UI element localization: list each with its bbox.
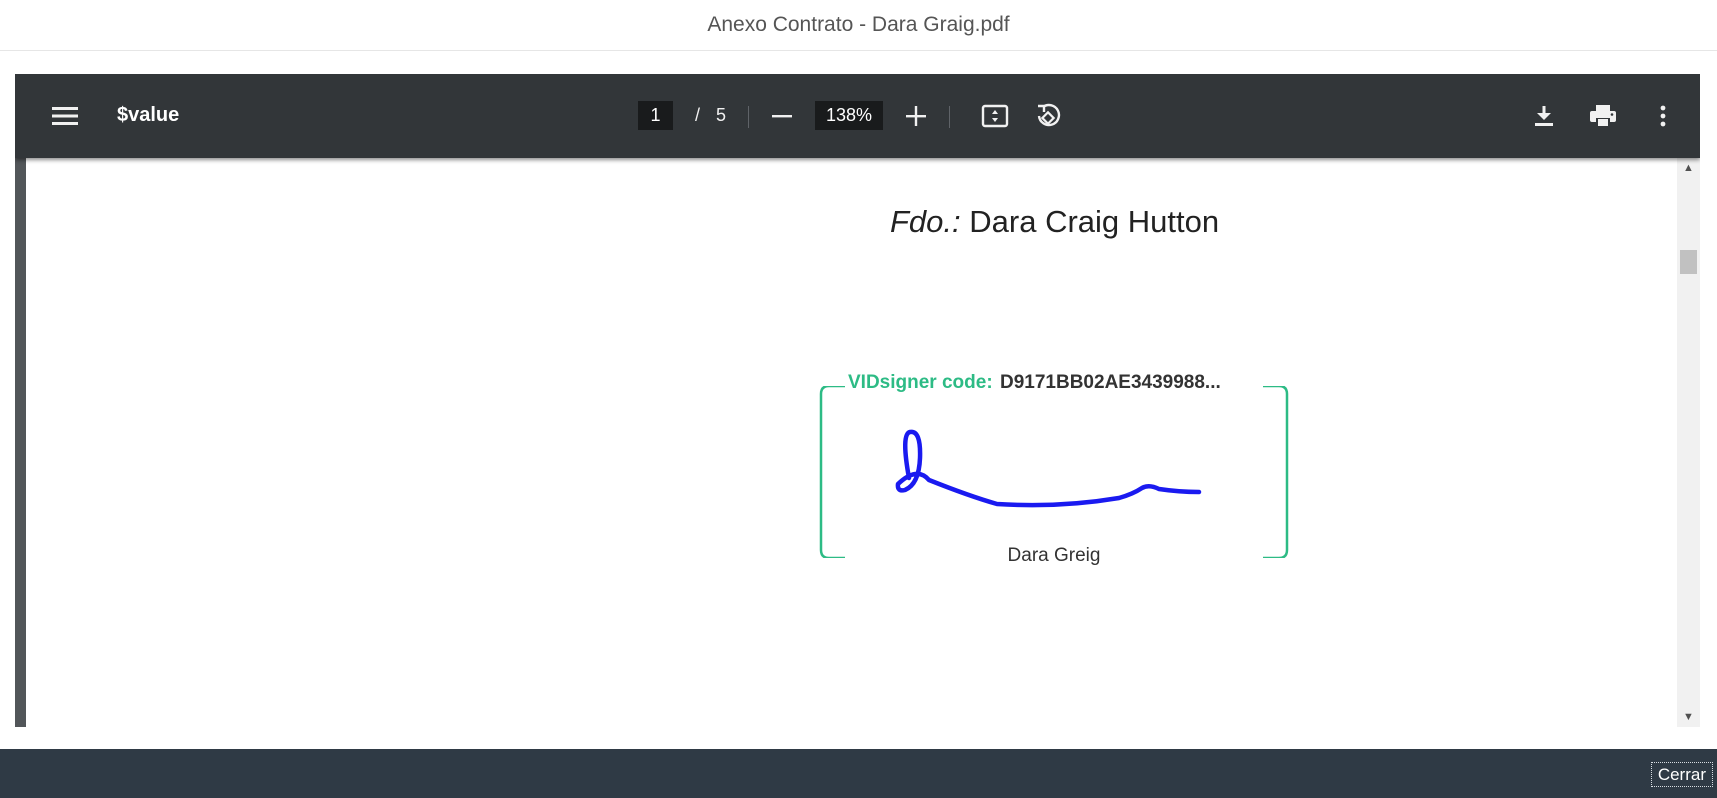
zoom-in-button[interactable] [894, 94, 938, 138]
signature-code: D9171BB02AE3439988... [1000, 372, 1221, 393]
toolbar-divider [748, 106, 749, 128]
hamburger-menu-icon [52, 107, 78, 125]
toolbar-divider [949, 106, 950, 128]
pdf-toolbar: $value 1 / 5 138% [15, 74, 1700, 158]
fit-to-page-button[interactable] [973, 94, 1017, 138]
handwritten-signature [895, 429, 1202, 508]
more-actions-button[interactable] [1641, 94, 1685, 138]
signed-by-name: Dara Craig Hutton [960, 204, 1220, 239]
menu-button[interactable] [43, 94, 87, 138]
signature-code-label: VIDsigner code: [848, 372, 993, 393]
scroll-down-arrow-icon[interactable]: ▼ [1677, 707, 1700, 727]
rotate-counterclockwise-icon [1037, 103, 1061, 127]
rotate-button[interactable] [1027, 94, 1071, 138]
download-button[interactable] [1522, 94, 1566, 138]
signature-frame [819, 386, 1289, 558]
zoom-level-input[interactable]: 138% [815, 101, 883, 130]
signer-name: Dara Greig [1007, 545, 1101, 566]
signature-box: VIDsigner code: D9171BB02AE3439988... Da… [819, 372, 1289, 566]
dialog-title: Anexo Contrato - Dara Graig.pdf [0, 0, 1717, 51]
download-icon [1535, 106, 1553, 126]
scroll-up-arrow-icon[interactable]: ▲ [1677, 158, 1700, 178]
signed-by-line: Fdo.: Dara Craig Hutton [890, 204, 1219, 240]
dialog-footer: Cerrar [0, 749, 1717, 798]
total-pages: 5 [716, 105, 727, 125]
close-button[interactable]: Cerrar [1650, 762, 1713, 787]
scroll-thumb[interactable] [1680, 250, 1697, 274]
minus-icon [772, 115, 792, 118]
pdf-page: Fdo.: Dara Craig Hutton VIDsigner code: … [26, 158, 1677, 727]
page-number-input[interactable]: 1 [638, 101, 673, 130]
zoom-out-button[interactable] [760, 94, 804, 138]
print-button[interactable] [1581, 94, 1625, 138]
more-vertical-icon [1660, 105, 1666, 127]
plus-icon [906, 106, 926, 126]
document-title: $value [117, 104, 180, 126]
signed-by-prefix: Fdo.: [890, 204, 961, 239]
vertical-scrollbar[interactable]: ▲ ▼ [1677, 158, 1700, 727]
printer-icon [1590, 105, 1616, 127]
page-separator: / [695, 105, 701, 125]
fit-to-page-icon [981, 104, 1009, 128]
pdf-viewer: $value 1 / 5 138% Fdo.: Dara Craig Hutto… [15, 74, 1700, 727]
